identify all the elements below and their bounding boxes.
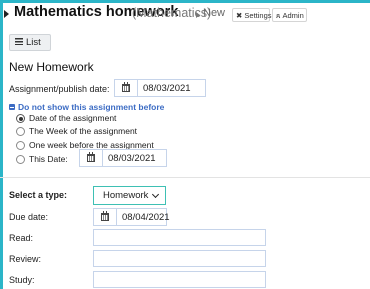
due-date-label: Due date: [9, 212, 49, 222]
admin-button[interactable]: ጸ Admin [272, 8, 307, 22]
settings-label: Settings [244, 11, 272, 20]
collapse-arrow-icon[interactable] [4, 10, 9, 18]
type-select-value: Homework [103, 190, 149, 201]
list-button[interactable]: List [9, 34, 51, 51]
review-input[interactable] [93, 250, 266, 267]
calendar-icon [122, 82, 130, 92]
publish-date-label: Assignment/publish date: [9, 84, 110, 94]
radio-label: The Week of the assignment [29, 126, 138, 136]
calendar-button[interactable] [80, 150, 103, 166]
radio-label: This Date: [29, 154, 68, 164]
type-label: Select a type: [9, 190, 68, 200]
radio-button[interactable] [16, 127, 25, 136]
radio-label: Date of the assignment [29, 113, 117, 123]
publish-date-picker[interactable]: 08/03/2021 [114, 79, 206, 97]
this-date-value: 08/03/2021 [108, 153, 156, 164]
list-label: List [26, 37, 41, 48]
users-icon: ጸ [276, 11, 281, 20]
study-input[interactable] [93, 271, 266, 288]
calendar-icon [101, 211, 109, 221]
radio-button[interactable] [16, 141, 25, 150]
admin-label: Admin [282, 11, 304, 20]
study-label: Study: [9, 275, 35, 285]
due-date-value: 08/04/2021 [122, 212, 170, 223]
visibility-toggle-label: Do not show this assignment before [18, 102, 165, 112]
radio-button[interactable] [16, 114, 25, 123]
due-date-picker[interactable]: 08/04/2021 [93, 208, 170, 226]
this-date-picker[interactable]: 08/03/2021 [79, 149, 167, 167]
minus-icon [9, 104, 15, 110]
breadcrumb-new: New [203, 7, 226, 19]
wrench-icon: ✖ [236, 11, 243, 20]
section-title: New Homework [9, 60, 94, 74]
settings-button[interactable]: ✖ Settings [232, 8, 272, 22]
read-label: Read: [9, 233, 34, 243]
calendar-button[interactable] [94, 209, 117, 225]
visibility-toggle[interactable]: Do not show this assignment before [9, 102, 164, 112]
breadcrumb-arrow-icon [196, 12, 200, 18]
list-icon [15, 38, 23, 45]
chevron-down-icon [151, 190, 160, 199]
type-select[interactable]: Homework [93, 186, 166, 205]
section-divider [0, 177, 370, 178]
review-label: Review: [9, 254, 42, 264]
calendar-icon [87, 152, 95, 162]
publish-date-value: 08/03/2021 [143, 83, 191, 94]
radio-button[interactable] [16, 155, 25, 164]
read-input[interactable] [93, 229, 266, 246]
calendar-button[interactable] [115, 80, 138, 96]
page-header: Mathematics homework (Mathematics) New ✖… [0, 4, 370, 26]
